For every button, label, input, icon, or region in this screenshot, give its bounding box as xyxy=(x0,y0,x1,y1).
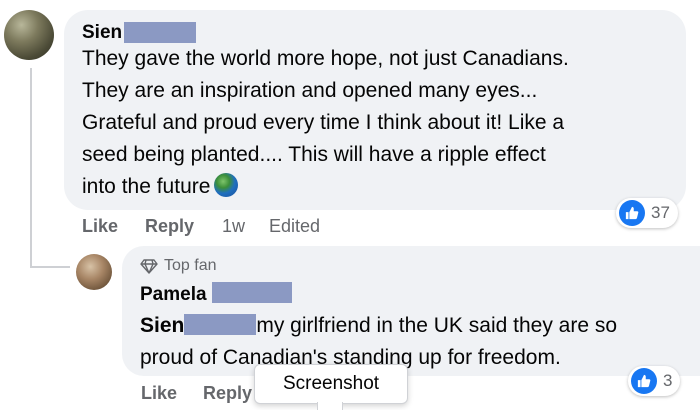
comment-text-line: Grateful and proud every time I think ab… xyxy=(82,111,565,134)
comment-text-line: seed being planted.... This will have a … xyxy=(82,143,546,166)
redaction-block xyxy=(212,282,292,303)
like-reaction-icon xyxy=(631,368,657,394)
redaction-block xyxy=(124,22,196,43)
diamond-icon xyxy=(140,258,158,274)
reaction-count: 37 xyxy=(651,203,670,222)
mention-link[interactable]: Sien xyxy=(140,314,184,337)
timestamp-link[interactable]: 1w xyxy=(222,216,245,237)
reply-text: Sien my girlfriend in the UK said they ar… xyxy=(140,310,690,374)
screenshot-tooltip: Screenshot xyxy=(254,364,408,404)
reaction-summary[interactable]: 37 xyxy=(616,198,678,228)
thread-line-branch xyxy=(30,266,70,268)
like-button[interactable]: Like xyxy=(141,383,177,404)
comment-author-name[interactable]: Sien xyxy=(82,22,122,44)
replier-avatar[interactable] xyxy=(76,254,112,290)
reply-author-name[interactable]: Pamela xyxy=(140,284,207,306)
top-fan-badge: Top fan xyxy=(140,257,216,275)
top-fan-label: Top fan xyxy=(164,257,217,274)
comment-text: They gave the world more hope, not just … xyxy=(82,43,682,203)
tooltip-label: Screenshot xyxy=(282,373,380,394)
reply-text-part: my girlfriend in the UK said they are so xyxy=(256,314,618,337)
edited-label[interactable]: Edited xyxy=(269,216,320,237)
comment-text-line-last: into the future xyxy=(82,175,211,198)
comment-text-line: They are an inspiration and opened many … xyxy=(82,79,538,102)
reply-button[interactable]: Reply xyxy=(145,216,194,237)
reply-button[interactable]: Reply xyxy=(203,383,252,404)
redaction-block xyxy=(184,314,257,335)
thread-line xyxy=(30,68,32,268)
reply-text-line: proud of Canadian's standing up for free… xyxy=(140,346,561,369)
comment-text-line: They gave the world more hope, not just … xyxy=(82,47,569,70)
globe-emoji-icon xyxy=(214,173,239,197)
like-reaction-icon xyxy=(619,200,645,226)
tooltip-tail xyxy=(317,402,343,410)
like-button[interactable]: Like xyxy=(82,216,118,237)
commenter-avatar[interactable] xyxy=(4,10,54,60)
reply-text-line: Sien my girlfriend in the UK said they ar… xyxy=(140,310,690,342)
reaction-count: 3 xyxy=(663,371,673,390)
reply-reaction-summary[interactable]: 3 xyxy=(628,366,681,396)
comment-text-line: into the future xyxy=(82,171,682,203)
